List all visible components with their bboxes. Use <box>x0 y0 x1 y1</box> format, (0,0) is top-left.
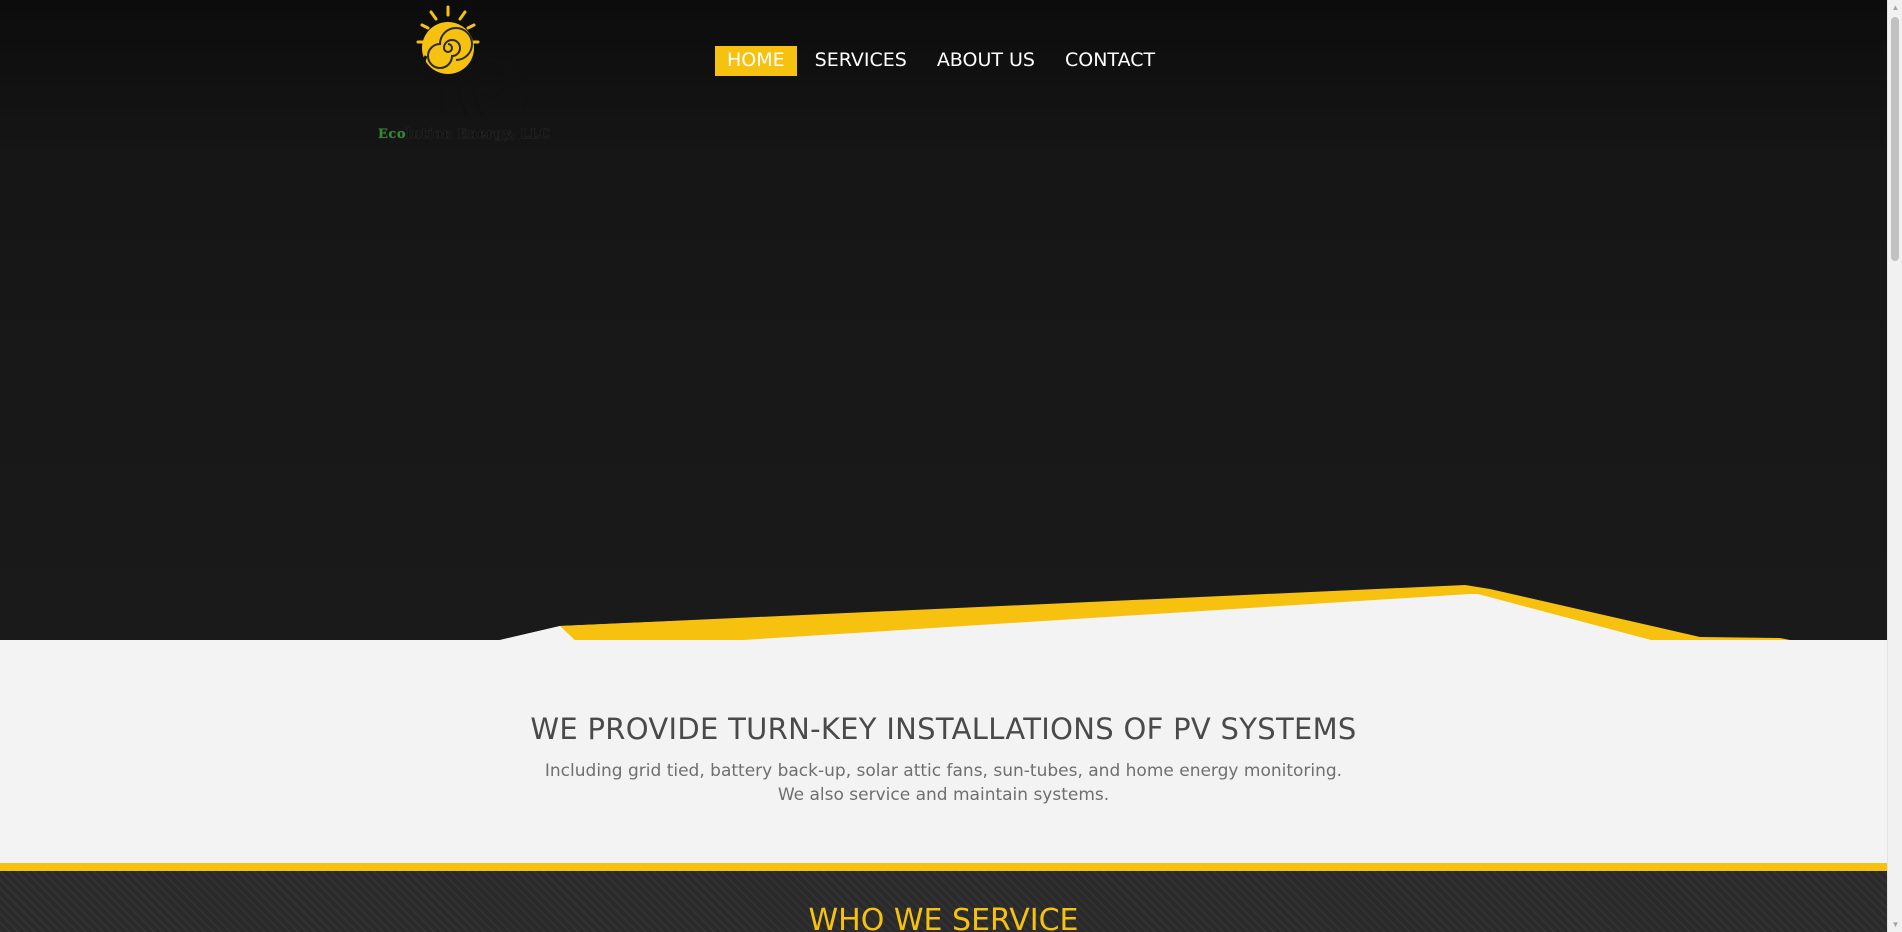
sun-logo-icon <box>416 5 528 117</box>
section-divider-stripe <box>0 863 1887 871</box>
intro-title: WE PROVIDE TURN-KEY INSTALLATIONS OF PV … <box>530 712 1357 746</box>
intro-line-1: Including grid tied, battery back-up, so… <box>544 761 1343 781</box>
who-we-service-title: WHO WE SERVICE <box>808 903 1079 932</box>
nav-about-us[interactable]: ABOUT US <box>925 46 1047 76</box>
nav-contact[interactable]: CONTACT <box>1053 46 1167 76</box>
main-navigation: HOME SERVICES ABOUT US CONTACT <box>715 46 1167 76</box>
hero-section: Ecolution Energy, LLC HOME SERVICES ABOU… <box>0 0 1887 640</box>
nav-home[interactable]: HOME <box>715 46 797 76</box>
intro-line-2: We also service and maintain systems. <box>777 785 1110 805</box>
intro-description: Including grid tied, battery back-up, so… <box>0 759 1887 807</box>
who-we-service-section: WHO WE SERVICE <box>0 871 1887 932</box>
intro-section: WE PROVIDE TURN-KEY INSTALLATIONS OF PV … <box>0 640 1887 863</box>
page: Ecolution Energy, LLC HOME SERVICES ABOU… <box>0 0 1887 932</box>
scroll-thumb[interactable] <box>1891 17 1899 261</box>
scroll-up-icon[interactable]: ▲ <box>1888 0 1902 15</box>
logo-wordmark: Ecolution Energy, LLC <box>378 127 551 142</box>
company-logo[interactable]: Ecolution Energy, LLC <box>378 4 584 150</box>
scroll-down-icon[interactable]: ▼ <box>1888 917 1902 932</box>
page-scrollbar[interactable]: ▲ ▼ <box>1887 0 1902 932</box>
nav-services[interactable]: SERVICES <box>803 46 919 76</box>
